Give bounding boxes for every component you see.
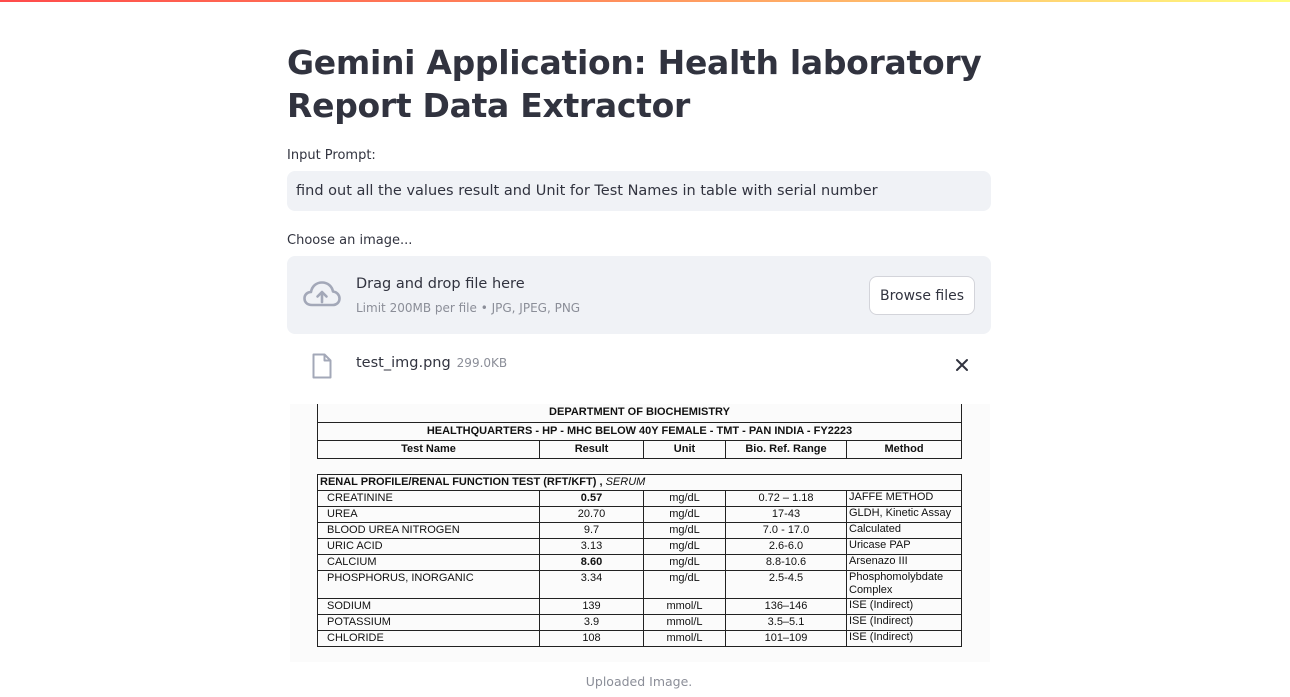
report-cell-unit: mmol/L	[643, 597, 726, 615]
report-cell-name: UREA	[317, 505, 540, 523]
prompt-label: Input Prompt:	[287, 148, 376, 163]
uploader-label: Choose an image...	[287, 233, 413, 248]
table-row: URIC ACID 3.13 mg/dL 2.6-6.0 Uricase PAP	[317, 537, 962, 555]
report-cell-method: ISE (Indirect)	[846, 597, 962, 615]
report-cell-unit: mg/dL	[643, 569, 726, 599]
prompt-input[interactable]: find out all the values result and Unit …	[287, 171, 991, 211]
browse-files-button[interactable]: Browse files	[869, 276, 975, 315]
header-decoration-bar	[0, 0, 1290, 2]
uploaded-image: DEPARTMENT OF BIOCHEMISTRY HEALTHQUARTER…	[290, 404, 990, 662]
table-row: POTASSIUM 3.9 mmol/L 3.5–5.1 ISE (Indirect)	[317, 613, 962, 631]
cloud-upload-icon	[303, 280, 341, 314]
report-department: DEPARTMENT OF BIOCHEMISTRY	[317, 404, 962, 423]
report-cell-unit: mmol/L	[643, 613, 726, 631]
report-cell-range: 7.0 - 17.0	[725, 521, 847, 539]
report-cell-unit: mg/dL	[643, 505, 726, 523]
report-cell-name: BLOOD UREA NITROGEN	[317, 521, 540, 539]
report-cell-result: 8.60	[539, 553, 644, 571]
report-cell-name: SODIUM	[317, 597, 540, 615]
report-cell-method: ISE (Indirect)	[846, 629, 962, 647]
report-cell-range: 0.72 – 1.18	[725, 489, 847, 507]
report-cell-name: PHOSPHORUS, INORGANIC	[317, 569, 540, 599]
file-icon	[311, 353, 333, 383]
report-spacer	[317, 457, 962, 475]
report-header-row: Test Name Result Unit Bio. Ref. Range Method	[317, 439, 962, 459]
report-cell-range: 2.6-6.0	[725, 537, 847, 555]
report-cell-range: 3.5–5.1	[725, 613, 847, 631]
table-row: CREATININE 0.57 mg/dL 0.72 – 1.18 JAFFE METH…	[317, 489, 962, 507]
report-cell-name: POTASSIUM	[317, 613, 540, 631]
table-row: BLOOD UREA NITROGEN 9.7 mg/dL 7.0 - 17.0 Cal…	[317, 521, 962, 539]
dropzone-title: Drag and drop file here	[356, 276, 525, 292]
report-subtitle: HEALTHQUARTERS - HP - MHC BELOW 40Y FEMA…	[317, 421, 962, 441]
report-cell-method: Uricase PAP	[846, 537, 962, 555]
dropzone-limit-text: Limit 200MB per file • JPG, JPEG, PNG	[356, 301, 581, 315]
report-cell-unit: mg/dL	[643, 553, 726, 571]
report-header-cell: Test Name	[317, 439, 540, 459]
table-row: UREA 20.70 mg/dL 17-43 GLDH, Kinetic Assay	[317, 505, 962, 523]
report-header-cell: Bio. Ref. Range	[725, 439, 847, 459]
report-section-title: RENAL PROFILE/RENAL FUNCTION TEST (RFT/K…	[320, 475, 603, 488]
report-header-cell: Result	[539, 439, 644, 459]
report-cell-unit: mmol/L	[643, 629, 726, 647]
report-cell-result: 3.9	[539, 613, 644, 631]
page-title: Gemini Application: Health laboratory Re…	[287, 43, 982, 125]
report-cell-name: URIC ACID	[317, 537, 540, 555]
report-header-cell: Unit	[643, 439, 726, 459]
table-row: PHOSPHORUS, INORGANIC 3.34 mg/dL 2.5-4.5 Pho…	[317, 569, 962, 599]
report-cell-unit: mg/dL	[643, 537, 726, 555]
report-cell-result: 108	[539, 629, 644, 647]
file-name: test_img.png	[356, 355, 451, 371]
report-cell-method: GLDH, Kinetic Assay	[846, 505, 962, 523]
report-cell-method: Calculated	[846, 521, 962, 539]
report-cell-result: 3.13	[539, 537, 644, 555]
report-header-cell: Method	[846, 439, 962, 459]
report-cell-result: 139	[539, 597, 644, 615]
report-cell-result: 20.70	[539, 505, 644, 523]
report-cell-range: 101–109	[725, 629, 847, 647]
table-row: SODIUM 139 mmol/L 136–146 ISE (Indirect)	[317, 597, 962, 615]
file-dropzone[interactable]: Drag and drop file here Limit 200MB per …	[287, 256, 991, 334]
report-cell-result: 0.57	[539, 489, 644, 507]
report-cell-name: CALCIUM	[317, 553, 540, 571]
close-icon[interactable]	[955, 357, 969, 376]
report-cell-unit: mg/dL	[643, 489, 726, 507]
report-cell-method: ISE (Indirect)	[846, 613, 962, 631]
report-cell-name: CREATININE	[317, 489, 540, 507]
report-cell-result: 3.34	[539, 569, 644, 599]
report-cell-range: 8.8-10.6	[725, 553, 847, 571]
report-section-row: RENAL PROFILE/RENAL FUNCTION TEST (RFT/K…	[317, 473, 962, 491]
report-cell-method: JAFFE METHOD	[846, 489, 962, 507]
report-body: CREATININE 0.57 mg/dL 0.72 – 1.18 JAFFE METH…	[317, 489, 962, 647]
report-section-sample: SERUM	[605, 475, 646, 488]
table-row: CALCIUM 8.60 mg/dL 8.8-10.6 Arsenazo III	[317, 553, 962, 571]
report-cell-method: Arsenazo III	[846, 553, 962, 571]
report-cell-range: 2.5-4.5	[725, 569, 847, 599]
uploaded-file-row: test_img.png 299.0KB	[287, 345, 991, 387]
lab-report-table: DEPARTMENT OF BIOCHEMISTRY HEALTHQUARTER…	[317, 404, 962, 647]
report-cell-method: Phosphomolybdate Complex	[846, 569, 962, 599]
report-cell-range: 17-43	[725, 505, 847, 523]
file-size: 299.0KB	[456, 356, 508, 370]
report-cell-name: CHLORIDE	[317, 629, 540, 647]
prompt-input-value[interactable]: find out all the values result and Unit …	[296, 183, 878, 199]
image-caption: Uploaded Image.	[585, 674, 693, 689]
report-cell-range: 136–146	[725, 597, 847, 615]
report-cell-unit: mg/dL	[643, 521, 726, 539]
report-cell-result: 9.7	[539, 521, 644, 539]
table-row: CHLORIDE 108 mmol/L 101–109 ISE (Indirect)	[317, 629, 962, 647]
